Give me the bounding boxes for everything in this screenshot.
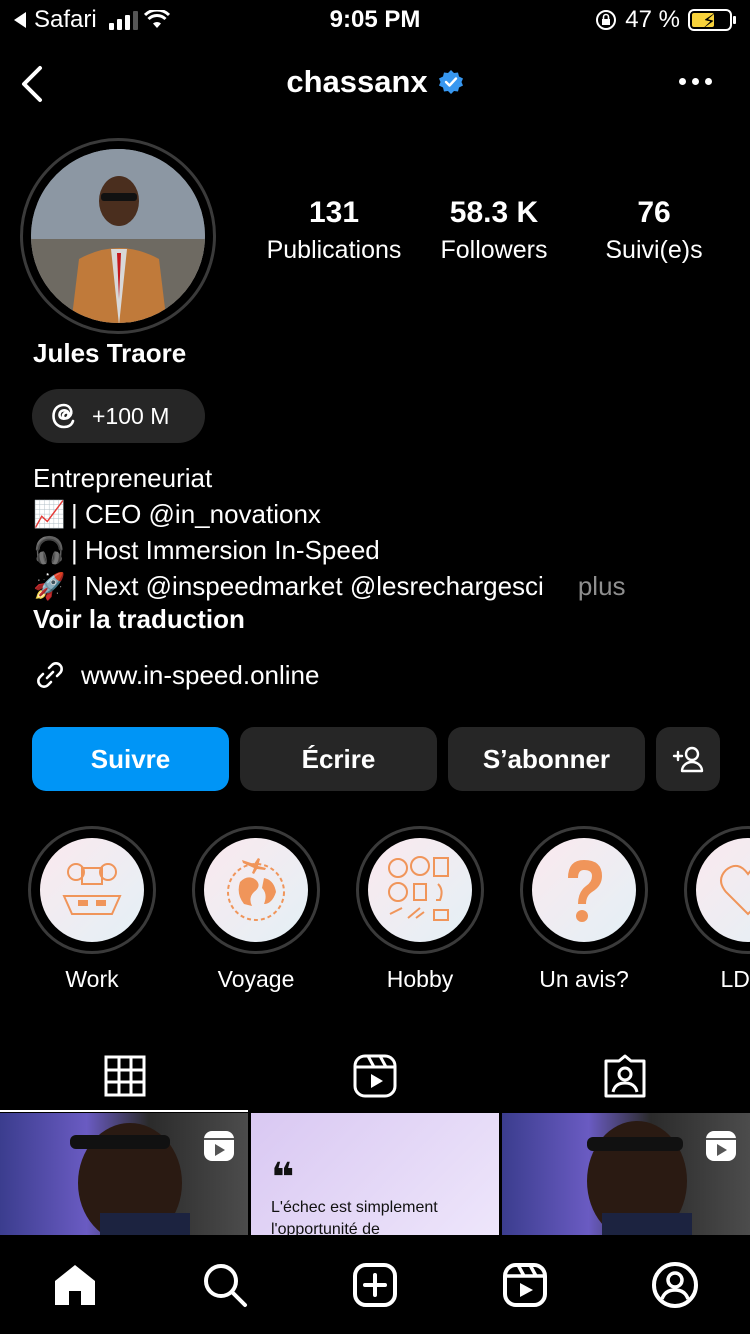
username-title: chassanx (0, 64, 750, 100)
battery-percent: 47 % (625, 6, 680, 33)
highlight-label: Un avis? (539, 966, 629, 992)
story-highlights: Work Voyage Hobby Un avis? LD (28, 826, 750, 993)
bio-line: 🎧 | Host Immersion In-Speed (33, 532, 626, 568)
threads-icon (52, 403, 75, 429)
tab-reels[interactable] (250, 1040, 500, 1112)
threads-badge[interactable]: +100 M (32, 389, 205, 443)
profile-actions: Suivre Écrire S’abonner (32, 727, 720, 791)
search-icon (204, 1264, 247, 1307)
bio-text[interactable]: | Next @inspeedmarket @lesrechargesci (71, 568, 544, 604)
profile-bio: Entrepreneuriat 📈 | CEO @in_novationx 🎧 … (33, 460, 626, 604)
see-translation-link[interactable]: Voir la traduction (33, 604, 245, 635)
create-post-icon (353, 1263, 397, 1307)
stat-label: Followers (440, 236, 548, 264)
profile-stats: 131 Publications 58.3 K Followers 76 Sui… (254, 196, 734, 265)
home-icon (55, 1265, 95, 1305)
status-bar: Safari 9:05 PM 47 % ⚡ (0, 0, 750, 40)
nav-profile[interactable] (600, 1261, 750, 1309)
reels-icon (503, 1263, 547, 1307)
stat-value: 76 (637, 196, 671, 229)
username: chassanx (286, 64, 428, 99)
threads-count: +100 M (92, 402, 170, 429)
quote-icon: ❝ (271, 1156, 295, 1200)
highlight-label: Voyage (217, 966, 295, 992)
stat-value: 58.3 K (449, 196, 539, 229)
stat-label: Publications (266, 236, 402, 264)
post-thumbnail[interactable] (502, 1113, 750, 1235)
profile-tabs (0, 1040, 750, 1112)
reels-icon (353, 1054, 397, 1098)
bottom-navigation (0, 1236, 750, 1334)
profile-link[interactable]: www.in-speed.online (33, 658, 319, 692)
avatar-photo (31, 149, 205, 323)
bio-line: 📈 | CEO @in_novationx (33, 496, 626, 532)
nav-search[interactable] (150, 1261, 300, 1309)
link-icon (37, 662, 63, 688)
full-name: Jules Traore (33, 338, 187, 368)
more-options-button[interactable] (679, 78, 712, 85)
highlight-item[interactable]: Voyage (192, 826, 320, 993)
globe-plane-icon (227, 858, 285, 921)
highlight-item[interactable]: Hobby (356, 826, 484, 993)
nav-create[interactable] (300, 1261, 450, 1309)
stat-following[interactable]: 76 Suivi(e)s (574, 196, 734, 265)
stat-publications[interactable]: 131 Publications (254, 196, 414, 265)
tagged-user-icon (604, 1054, 646, 1098)
post-thumbnail[interactable] (0, 1113, 248, 1235)
quote-text: L'échec est simplement l'opportunité de (271, 1199, 438, 1235)
grid-icon (104, 1055, 146, 1097)
highlight-label: Work (65, 966, 119, 992)
heart-icon (720, 864, 750, 916)
bio-more-link[interactable]: plus (578, 568, 626, 604)
verified-badge-icon (438, 70, 463, 94)
posts-grid: ❝ L'échec est simplement l'opportunité d… (0, 1113, 750, 1235)
post-thumbnail[interactable]: ❝ L'échec est simplement l'opportunité d… (251, 1113, 499, 1235)
headphones-emoji-icon: 🎧 (33, 535, 66, 565)
follow-button[interactable]: Suivre (32, 727, 229, 791)
bio-line: Entrepreneuriat (33, 460, 626, 496)
highlight-item[interactable]: Un avis? (520, 826, 648, 993)
add-user-icon (672, 746, 704, 773)
profile-avatar[interactable] (20, 138, 216, 334)
highlight-item[interactable]: LDI 2 (684, 826, 750, 993)
nav-home[interactable] (0, 1261, 150, 1309)
highlight-item[interactable]: Work (28, 826, 156, 993)
orientation-lock-icon (596, 10, 617, 30)
question-icon (568, 860, 602, 922)
bio-text[interactable]: | CEO @in_novationx (71, 496, 321, 532)
nav-reels[interactable] (450, 1261, 600, 1309)
battery-icon: ⚡ (688, 9, 736, 33)
reel-badge-icon (706, 1131, 736, 1161)
hobbies-icon (388, 856, 449, 921)
link-url[interactable]: www.in-speed.online (81, 660, 319, 691)
profile-header: chassanx (0, 56, 750, 112)
people-table-icon (62, 863, 122, 915)
stat-label: Suivi(e)s (605, 236, 703, 264)
bio-text: | Host Immersion In-Speed (71, 535, 380, 565)
bio-text: Entrepreneuriat (33, 463, 213, 493)
status-right: 47 % ⚡ (595, 6, 736, 34)
stat-followers[interactable]: 58.3 K Followers (414, 196, 574, 265)
subscribe-button[interactable]: S’abonner (448, 727, 645, 791)
profile-icon (652, 1262, 698, 1308)
message-button[interactable]: Écrire (240, 727, 437, 791)
bio-line: 🚀 | Next @inspeedmarket @lesrechargesci … (33, 568, 626, 604)
chart-emoji-icon: 📈 (33, 499, 66, 529)
suggested-users-button[interactable] (656, 727, 720, 791)
highlight-label: Hobby (386, 966, 454, 992)
highlight-label: LDI 2 (720, 966, 750, 992)
rocket-emoji-icon: 🚀 (33, 571, 66, 601)
stat-value: 131 (308, 196, 360, 229)
tab-posts-grid[interactable] (0, 1040, 250, 1112)
tab-tagged[interactable] (500, 1040, 750, 1112)
reel-badge-icon (204, 1131, 234, 1161)
